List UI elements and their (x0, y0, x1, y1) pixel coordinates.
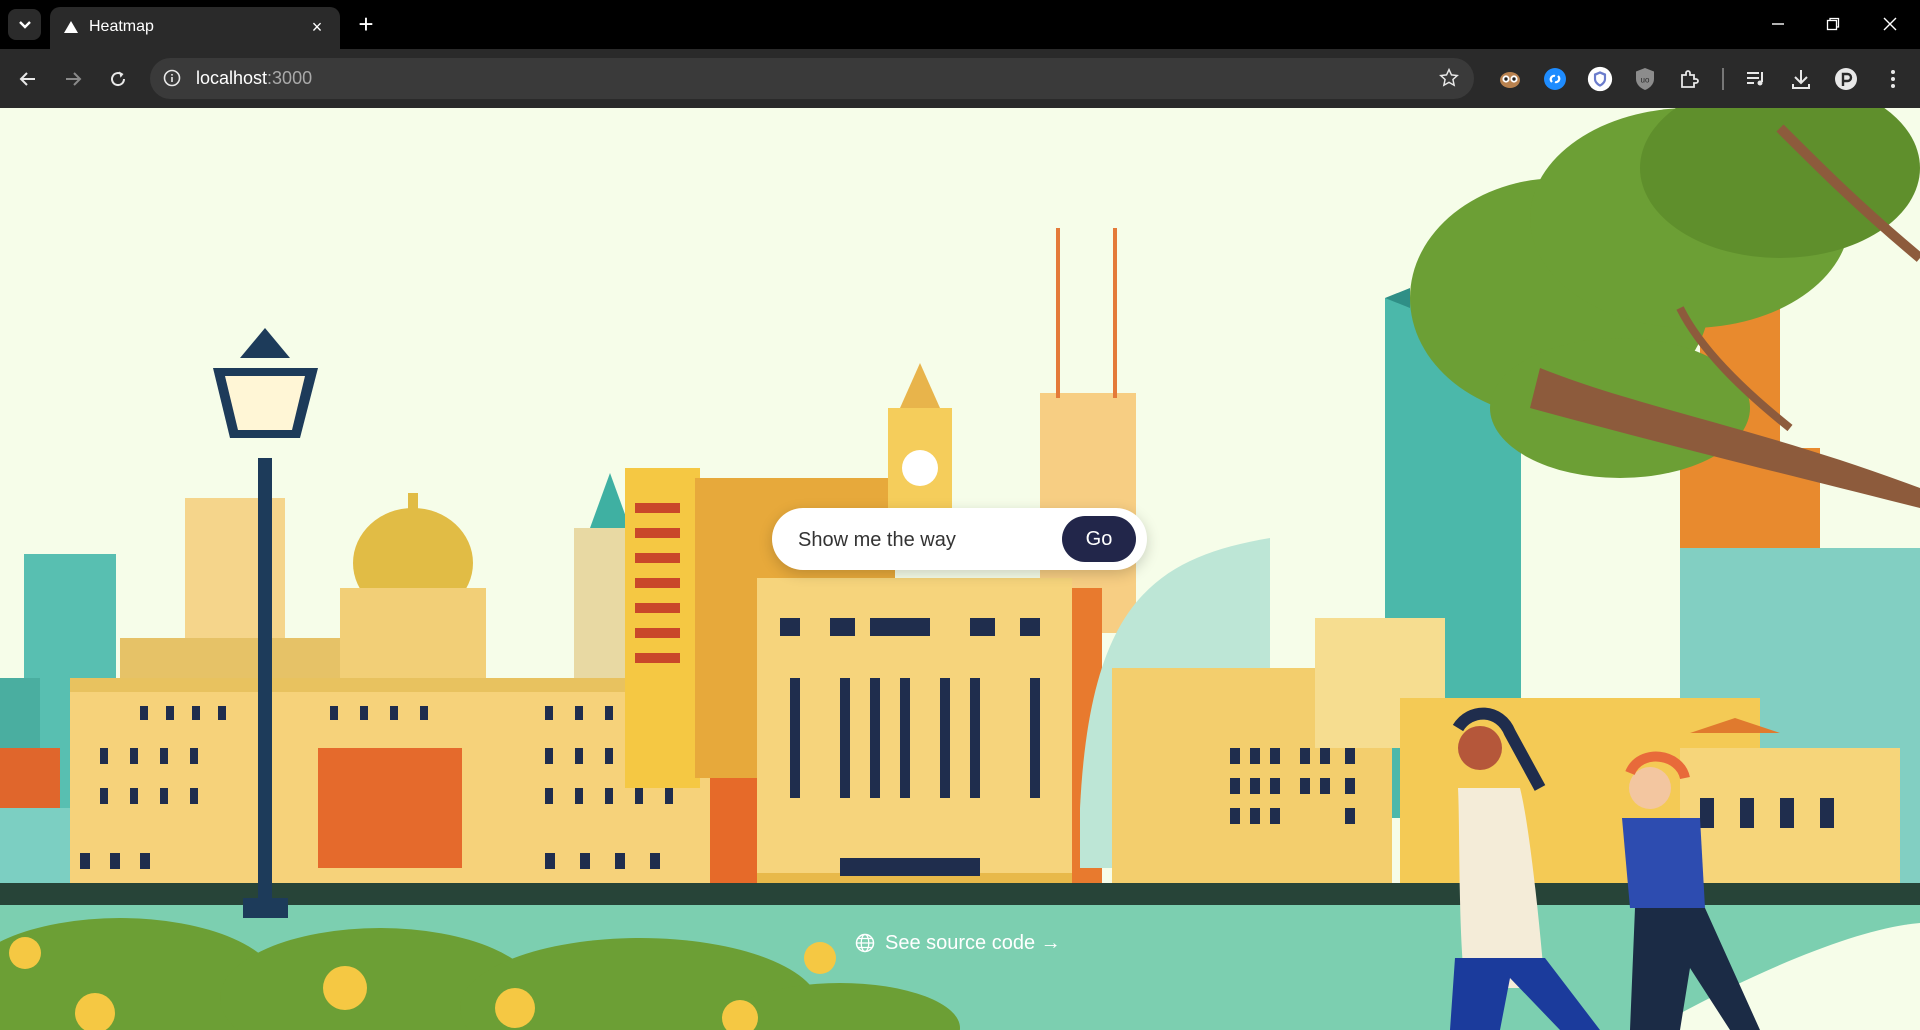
owl-extension-button[interactable] (1497, 66, 1523, 92)
toolbar-divider (1722, 68, 1724, 90)
tab-strip: Heatmap × + (0, 0, 1920, 49)
triangle-logo-icon (64, 21, 78, 33)
star-icon[interactable] (1438, 67, 1460, 89)
reload-button[interactable] (102, 63, 134, 95)
kebab-menu-icon (1891, 70, 1895, 88)
back-button[interactable] (12, 63, 44, 95)
window-close-button[interactable] (1870, 10, 1910, 38)
shazam-extension-icon (1544, 68, 1566, 90)
tab-heatmap[interactable]: Heatmap × (50, 7, 340, 49)
source-link-label: See source code → (885, 931, 1061, 954)
chevron-down-icon (18, 20, 31, 29)
arrow-right-icon (66, 72, 82, 86)
owl-extension-icon (1500, 72, 1520, 88)
profile-p-icon (1835, 68, 1857, 90)
see-source-code-link[interactable]: See source code → (855, 929, 1061, 957)
restore-button[interactable] (1813, 10, 1853, 38)
minimize-icon (1772, 23, 1784, 25)
url-host: localhost (196, 68, 268, 88)
extensions-button[interactable] (1677, 66, 1703, 92)
arrow-left-icon (19, 72, 35, 86)
go-button[interactable]: Go (1062, 516, 1136, 562)
ublock-origin-icon: uo (1636, 68, 1654, 90)
privacy-badger-icon (1587, 66, 1613, 92)
media-queue-icon (1747, 72, 1763, 86)
browser-toolbar: localhost:3000 uo (0, 49, 1920, 108)
download-icon (1792, 70, 1810, 89)
profile-button[interactable] (1833, 66, 1859, 92)
destination-input[interactable] (796, 522, 1030, 558)
puzzle-extensions-icon (1681, 70, 1699, 88)
page-viewport: Go See source code → (0, 108, 1920, 1030)
url-port: :3000 (267, 68, 313, 88)
menu-button[interactable] (1880, 66, 1906, 92)
shazam-extension-button[interactable] (1542, 66, 1568, 92)
privacy-extension-button[interactable] (1587, 66, 1613, 92)
search-box: Go (772, 508, 1147, 570)
new-tab-button[interactable]: + (352, 10, 380, 38)
downloads-button[interactable] (1788, 66, 1814, 92)
minimize-button[interactable] (1758, 10, 1798, 38)
address-bar[interactable]: localhost:3000 (150, 58, 1474, 99)
svg-text:uo: uo (1641, 76, 1650, 85)
info-icon[interactable] (163, 69, 181, 87)
reload-icon (111, 71, 126, 87)
restore-icon (1826, 17, 1840, 31)
forward-button[interactable] (57, 63, 89, 95)
globe-icon (855, 933, 875, 953)
url-text[interactable]: localhost:3000 (196, 68, 312, 89)
close-icon[interactable]: × (306, 16, 328, 38)
tab-search-button[interactable] (8, 9, 41, 40)
media-button[interactable] (1743, 66, 1769, 92)
close-icon (1883, 17, 1897, 31)
tab-title: Heatmap (89, 18, 154, 35)
ublock-extension-button[interactable]: uo (1632, 66, 1658, 92)
